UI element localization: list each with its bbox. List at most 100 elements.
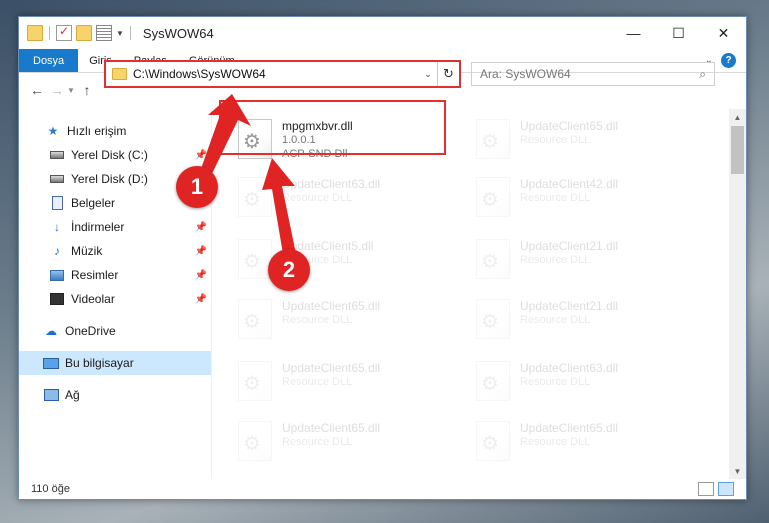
pin-icon: 📌 (194, 293, 207, 305)
file-name: UpdateClient65.dll (282, 421, 381, 435)
file-item[interactable]: UpdateClient65.dllResource DLL (476, 117, 711, 169)
sidebar-item-local-disk-c[interactable]: Yerel Disk (C:) 📌 (19, 143, 211, 167)
search-icon[interactable]: ⌕ (699, 67, 706, 82)
vertical-scrollbar[interactable]: ▲ ▼ (729, 109, 746, 479)
maximize-button[interactable]: ☐ (656, 17, 701, 49)
dll-file-icon (476, 177, 510, 217)
window-title: SysWOW64 (142, 25, 214, 41)
address-dropdown-icon[interactable]: ⌄ (419, 69, 437, 80)
back-arrow-icon[interactable]: ← (27, 82, 47, 98)
sidebar-item-videos[interactable]: Videolar 📌 (19, 287, 211, 311)
file-item[interactable]: UpdateClient42.dllResource DLL (476, 175, 711, 227)
file-description: Resource DLL (282, 436, 353, 448)
file-list: mpgmxbvr.dll 1.0.0.1 ACP-SND Dll UpdateC… (212, 109, 746, 479)
pin-icon: 📌 (194, 245, 207, 257)
file-item[interactable]: UpdateClient63.dllResource DLL (476, 359, 711, 411)
file-item[interactable]: UpdateClient65.dllResource DLL (476, 419, 711, 471)
file-name: UpdateClient21.dll (520, 299, 619, 313)
dll-file-icon (476, 361, 510, 401)
scrollbar-thumb[interactable] (731, 126, 744, 174)
properties-check-icon[interactable] (56, 24, 72, 41)
recent-locations-caret-icon[interactable]: ▼ (67, 86, 77, 95)
item-count: 110 öğe (31, 483, 70, 495)
minimize-button[interactable]: — (611, 17, 656, 49)
dll-file-icon (476, 119, 510, 159)
sidebar-item-pictures[interactable]: Resimler 📌 (19, 263, 211, 287)
sidebar-item-network[interactable]: Ağ (19, 383, 211, 407)
file-item[interactable]: UpdateClient21.dllResource DLL (476, 237, 711, 289)
drive-icon (49, 172, 65, 186)
file-description: Resource DLL (520, 314, 591, 326)
sidebar-item-downloads[interactable]: ↓ İndirmeler 📌 (19, 215, 211, 239)
file-description: Resource DLL (520, 376, 591, 388)
file-name: UpdateClient63.dll (282, 177, 381, 191)
pictures-icon (49, 268, 65, 282)
folder-icon (112, 68, 127, 80)
dll-file-icon (238, 239, 272, 279)
dll-file-icon (238, 421, 272, 461)
sidebar-item-label: Videolar (71, 292, 115, 306)
sidebar-item-label: Yerel Disk (D:) (71, 172, 148, 186)
pin-icon: 📌 (194, 149, 207, 161)
file-item[interactable]: UpdateClient65.dllResource DLL (238, 419, 473, 471)
folder-icon (27, 25, 43, 41)
pin-icon: 📌 (194, 221, 207, 233)
file-name: UpdateClient65.dll (520, 421, 619, 435)
file-item[interactable]: UpdateClient65.dllResource DLL (238, 297, 473, 349)
quick-access-star-icon: ★ (47, 124, 59, 138)
help-icon[interactable]: ? (721, 53, 736, 68)
file-item[interactable]: UpdateClient65.dllResource DLL (238, 359, 473, 411)
dll-file-icon (238, 299, 272, 339)
address-bar[interactable]: C:\Windows\SysWOW64 ⌄ ↻ (104, 60, 461, 88)
tab-file[interactable]: Dosya (19, 49, 79, 72)
large-icons-view-icon[interactable] (718, 482, 734, 496)
address-path[interactable]: C:\Windows\SysWOW64 (133, 67, 419, 81)
sidebar-item-label: Bu bilgisayar (65, 356, 134, 370)
close-button[interactable]: ✕ (701, 17, 746, 49)
customize-toolbar-caret-icon[interactable]: ▼ (116, 29, 124, 38)
file-description: Resource DLL (520, 134, 591, 146)
dll-file-icon (238, 177, 272, 217)
file-description: Resource DLL (520, 254, 591, 266)
sidebar-item-music[interactable]: ♪ Müzik 📌 (19, 239, 211, 263)
file-item[interactable]: UpdateClient21.dllResource DLL (476, 297, 711, 349)
details-view-icon[interactable] (698, 482, 714, 496)
downloads-icon: ↓ (54, 220, 60, 234)
refresh-icon[interactable]: ↻ (437, 62, 459, 86)
documents-icon (49, 196, 65, 210)
file-name: UpdateClient65.dll (282, 299, 381, 313)
up-arrow-icon[interactable]: ↑ (77, 82, 97, 98)
scroll-down-icon[interactable]: ▼ (729, 463, 746, 479)
toolbar-divider (49, 26, 50, 40)
sidebar-item-label: Belgeler (71, 196, 116, 210)
new-folder-icon[interactable] (76, 25, 92, 41)
navigation-pane: ★ Hızlı erişim Yerel Disk (C:) 📌 Yerel D… (19, 109, 212, 479)
search-input[interactable]: Ara: SysWOW64 (480, 67, 699, 81)
dll-file-icon (476, 239, 510, 279)
network-icon (43, 388, 59, 402)
sidebar-item-quick-access[interactable]: ★ Hızlı erişim (19, 119, 211, 143)
sidebar-item-label: İndirmeler (71, 220, 125, 234)
sidebar-item-this-pc[interactable]: Bu bilgisayar (19, 351, 211, 375)
forward-arrow-icon[interactable]: → (47, 82, 67, 98)
scroll-up-icon[interactable]: ▲ (729, 109, 746, 125)
this-pc-icon (43, 356, 59, 370)
file-description: Resource DLL (282, 314, 353, 326)
main-area: ★ Hızlı erişim Yerel Disk (C:) 📌 Yerel D… (19, 109, 746, 479)
file-name: UpdateClient65.dll (520, 119, 619, 133)
selected-file-highlight (219, 100, 446, 155)
file-description: Resource DLL (520, 192, 591, 204)
properties-icon[interactable] (96, 25, 112, 41)
sidebar-item-label: Hızlı erişim (67, 124, 127, 138)
pin-icon: 📌 (194, 269, 207, 281)
dll-file-icon (476, 299, 510, 339)
file-item[interactable]: UpdateClient63.dllResource DLL (238, 175, 473, 227)
onedrive-icon: ☁ (45, 324, 57, 338)
sidebar-item-onedrive[interactable]: ☁ OneDrive (19, 319, 211, 343)
sidebar-item-label: Yerel Disk (C:) (71, 148, 148, 162)
search-box[interactable]: Ara: SysWOW64 ⌕ (471, 62, 715, 86)
videos-icon (49, 292, 65, 306)
file-name: UpdateClient63.dll (520, 361, 619, 375)
step-2-badge: 2 (268, 249, 310, 291)
drive-icon (49, 148, 65, 162)
